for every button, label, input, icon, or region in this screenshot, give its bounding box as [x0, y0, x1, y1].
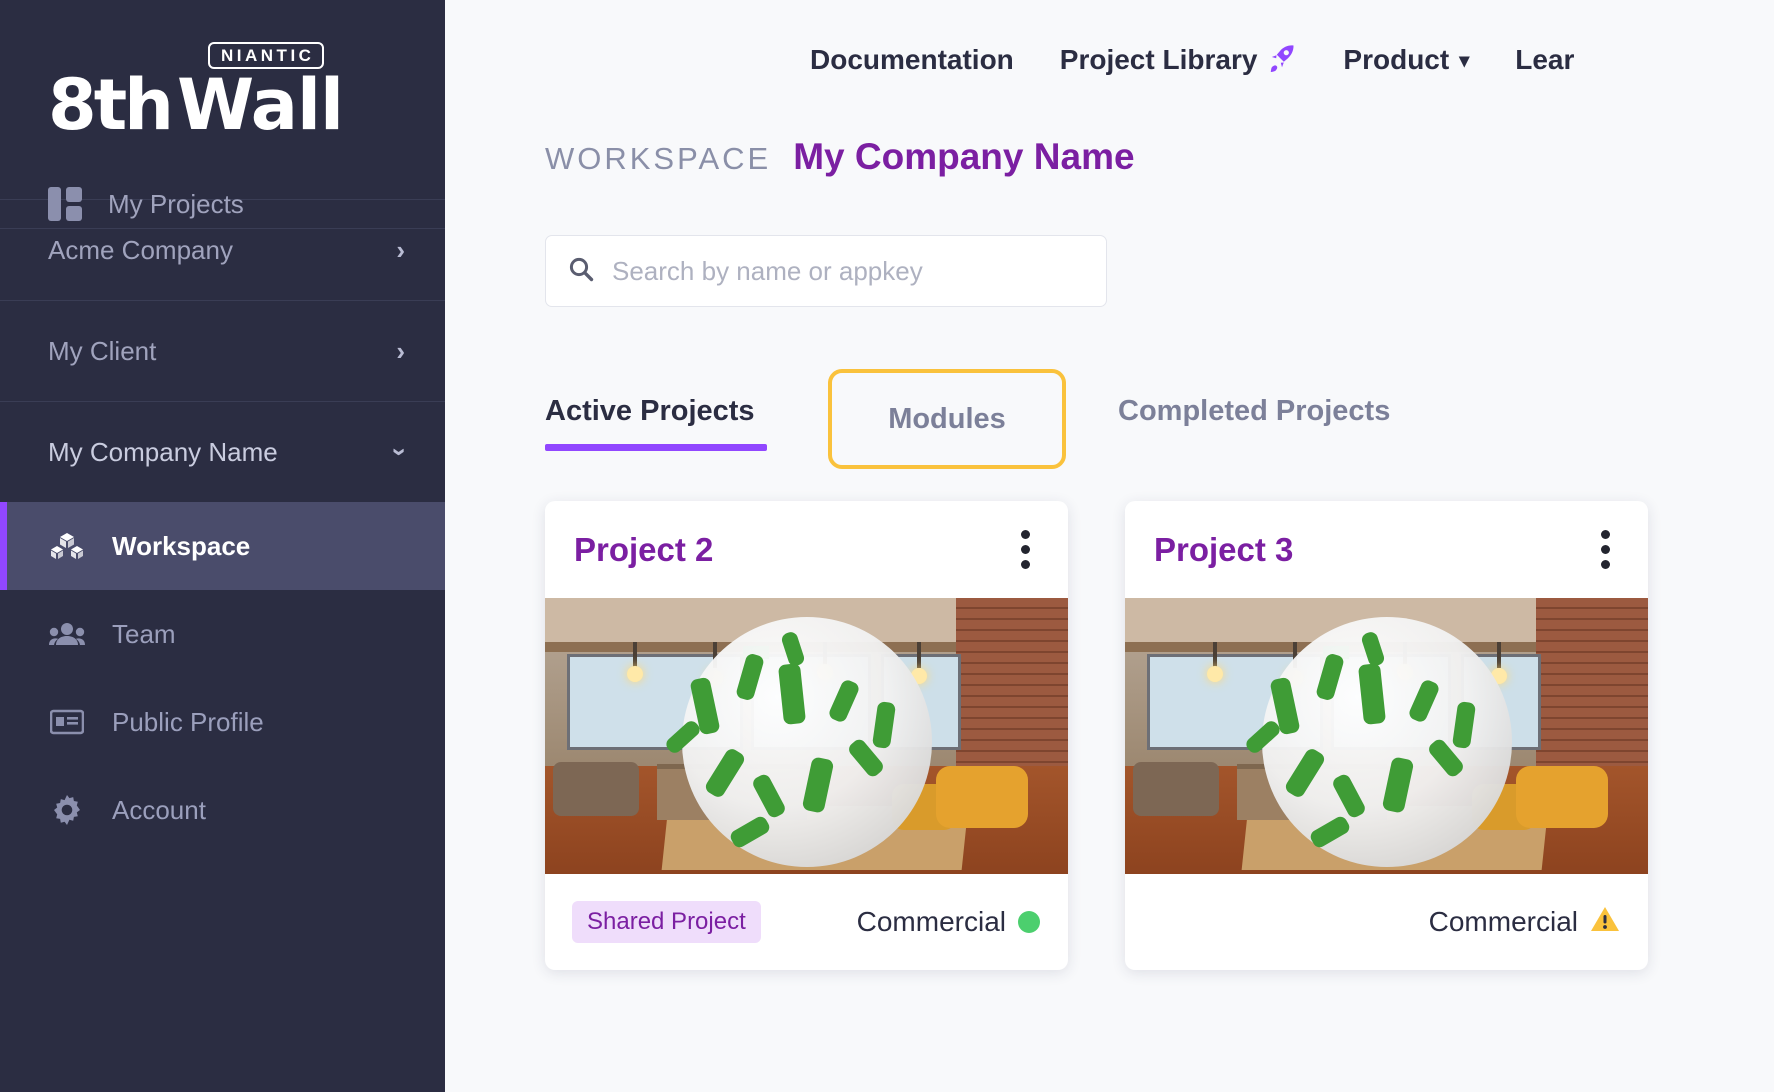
- project-thumbnail: [1125, 598, 1648, 874]
- project-card-header: Project 2: [545, 501, 1068, 598]
- sidebar-item-label-account: Account: [112, 794, 206, 825]
- tab-bar: Active Projects Modules Completed Projec…: [545, 369, 1774, 469]
- niantic-badge: NIANTIC: [208, 42, 325, 69]
- topnav-item-product[interactable]: Product ▾: [1343, 44, 1469, 76]
- tab-label-completed-projects: Completed Projects: [1118, 395, 1391, 427]
- logo-prefix: 8th: [48, 64, 174, 146]
- search-icon: [568, 256, 594, 287]
- tab-modules-highlight[interactable]: Modules: [828, 369, 1066, 469]
- search-placeholder: Search by name or appkey: [612, 255, 923, 286]
- top-navigation: Documentation Project Library Product ▾ …: [445, 0, 1774, 120]
- project-card-grid: Project 2 Shared Project Commercial Proj…: [545, 501, 1774, 970]
- project-card-header: Project 3: [1125, 501, 1648, 598]
- status-badge: Shared Project: [572, 901, 761, 943]
- gear-icon: [48, 793, 86, 827]
- tab-modules[interactable]: Modules: [888, 403, 1006, 436]
- eighthwall-wordmark: 8thWall: [48, 70, 445, 140]
- sidebar-item-label-workspace: Workspace: [112, 530, 251, 561]
- tab-label-modules: Modules: [888, 402, 1006, 435]
- project-thumbnail: [545, 598, 1068, 874]
- main-content: Documentation Project Library Product ▾ …: [445, 0, 1774, 1092]
- project-card-footer: Commercial: [1125, 874, 1648, 970]
- tab-completed-projects[interactable]: Completed Projects: [1118, 369, 1390, 428]
- sidebar-item-my-company-name[interactable]: My Company Name ›: [0, 402, 445, 502]
- id-card-icon: [48, 705, 86, 739]
- sidebar-item-label-public-profile: Public Profile: [112, 706, 264, 737]
- ar-sphere: [681, 616, 932, 867]
- sidebar-item-label-team: Team: [112, 618, 176, 649]
- search-input[interactable]: Search by name or appkey: [545, 235, 1107, 307]
- tab-label-active-projects: Active Projects: [545, 395, 755, 427]
- project-title[interactable]: Project 2: [574, 531, 713, 569]
- people-icon: [48, 617, 86, 651]
- project-plan-label: Commercial: [856, 906, 1006, 937]
- topnav-label-product: Product: [1343, 44, 1450, 75]
- sidebar-item-account[interactable]: Account: [0, 766, 445, 854]
- sidebar-item-my-client[interactable]: My Client ›: [0, 301, 445, 401]
- tab-active-projects[interactable]: Active Projects: [545, 369, 767, 451]
- chevron-down-icon[interactable]: ›: [386, 448, 416, 457]
- sidebar-item-public-profile[interactable]: Public Profile: [0, 678, 445, 766]
- sidebar-item-label-my-client: My Client: [48, 335, 157, 366]
- project-card[interactable]: Project 3 Commercial: [1125, 501, 1648, 970]
- ar-sphere: [1261, 616, 1512, 867]
- project-title[interactable]: Project 3: [1154, 531, 1293, 569]
- project-plan: Commercial: [1429, 905, 1620, 940]
- logo-suffix: Wall: [177, 64, 344, 146]
- project-plan-label: Commercial: [1428, 906, 1578, 937]
- topnav-item-documentation[interactable]: Documentation: [810, 44, 1014, 76]
- sidebar-item-label-my-company-name: My Company Name: [48, 436, 278, 467]
- sidebar-item-acme-company[interactable]: Acme Company ›: [0, 200, 445, 300]
- page-title: My Company Name: [793, 136, 1135, 177]
- project-card-footer: Shared Project Commercial: [545, 874, 1068, 970]
- project-plan: Commercial: [857, 906, 1040, 938]
- chevron-right-icon[interactable]: ›: [396, 338, 405, 364]
- boxes-icon: [48, 529, 86, 563]
- topnav-label-learn: Lear: [1515, 44, 1575, 75]
- topnav-label-documentation: Documentation: [810, 44, 1014, 75]
- workspace-eyebrow: WORKSPACE: [545, 141, 772, 176]
- topnav-item-project-library[interactable]: Project Library: [1060, 42, 1298, 79]
- active-tab-underline: [545, 444, 767, 451]
- sidebar-item-workspace[interactable]: Workspace: [0, 502, 445, 590]
- workspace-header: WORKSPACE My Company Name: [545, 136, 1774, 178]
- project-card[interactable]: Project 2 Shared Project Commercial: [545, 501, 1068, 970]
- kebab-menu-icon[interactable]: [1591, 524, 1620, 575]
- chevron-right-icon[interactable]: ›: [396, 237, 405, 263]
- sidebar-item-team[interactable]: Team: [0, 590, 445, 678]
- sidebar: NIANTIC 8thWall My Projects Acme Company…: [0, 0, 445, 1092]
- kebab-menu-icon[interactable]: [1011, 524, 1040, 575]
- topnav-label-project-library: Project Library: [1059, 44, 1258, 75]
- green-dot-icon: [1018, 911, 1040, 933]
- rocket-icon: [1267, 42, 1297, 79]
- warning-triangle-icon: [1590, 905, 1620, 940]
- sidebar-item-label-acme-company: Acme Company: [48, 234, 233, 265]
- chevron-down-icon: ▾: [1459, 49, 1470, 72]
- topnav-item-learn[interactable]: Lear: [1515, 44, 1574, 76]
